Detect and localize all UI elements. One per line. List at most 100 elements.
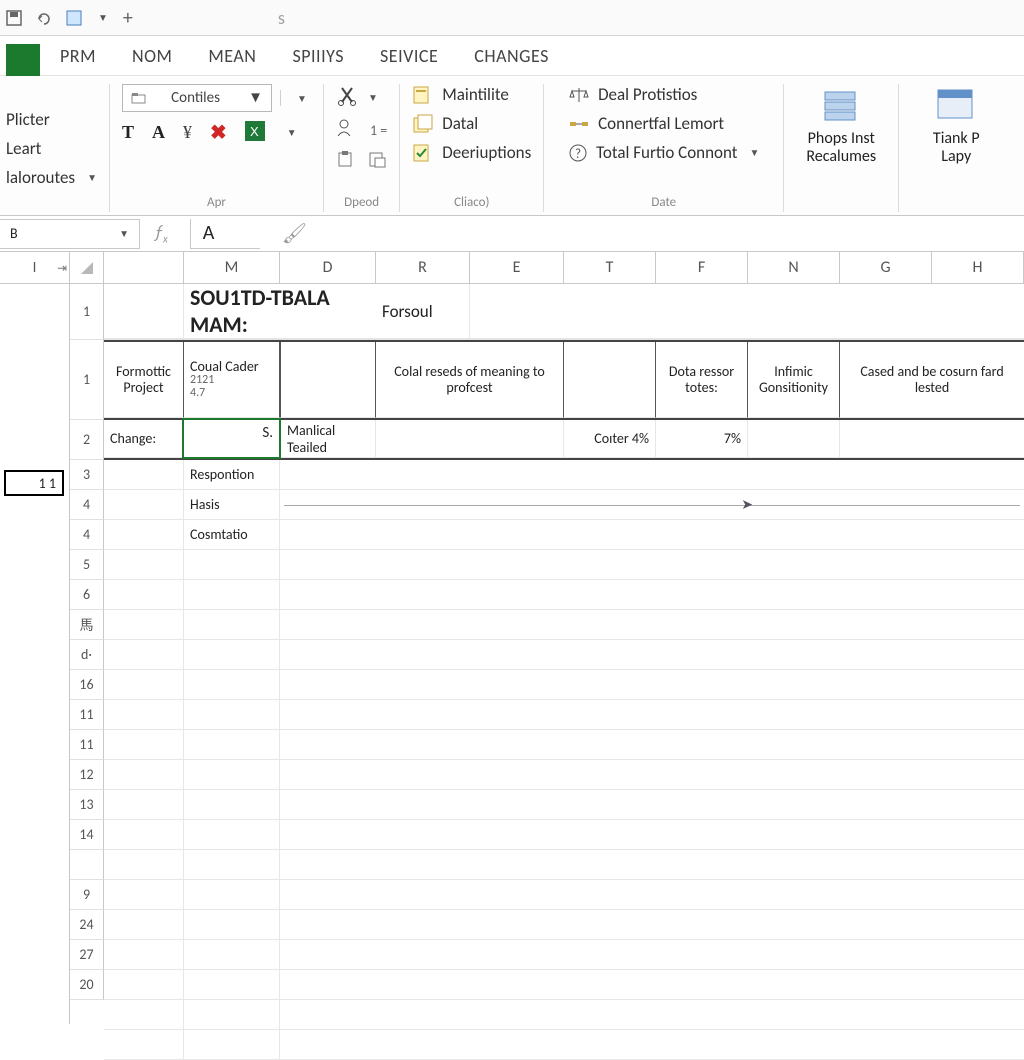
phops-inst-button[interactable]: Phops InstRecalumes (796, 84, 886, 165)
row-header[interactable]: 馬 (70, 610, 104, 640)
name-box[interactable]: B ▼ (0, 219, 140, 249)
info-icon: ? (568, 143, 588, 163)
qat-more-icon[interactable]: ▼ (98, 11, 108, 24)
tab-prm[interactable]: PRM (60, 45, 96, 67)
col-header-H[interactable]: H (932, 252, 1024, 283)
cut-more-icon[interactable]: ▼ (368, 91, 378, 104)
col-header-E[interactable]: E (470, 252, 564, 283)
ribbon-group-phops: Phops InstRecalumes (784, 84, 899, 212)
cell-cosmtatio: Cosmtatio (184, 520, 280, 550)
format-bold-T[interactable]: T (122, 122, 134, 143)
cell-coiter-pct: Coıter 4% (564, 420, 656, 458)
row-3: Hasis ➤ (104, 490, 1024, 520)
cell-hasis: Hasis (184, 490, 280, 520)
col-header-F[interactable]: F (656, 252, 748, 283)
scroll-arrow-icon[interactable]: ➤ (741, 496, 753, 513)
split-arrow-icon[interactable]: ⇥ (57, 261, 67, 276)
paste-icon[interactable] (368, 150, 386, 172)
deal-protistios-button[interactable]: Deal Protistios (568, 84, 759, 105)
spreadsheet-area: I ⇥ 1 1 M D R E T F N G H 11234456馬d·161… (0, 252, 1024, 1024)
left-pane: I ⇥ 1 1 (0, 252, 70, 1024)
format-A[interactable]: A (152, 122, 165, 143)
row-header[interactable]: 11 (70, 700, 104, 730)
row-header[interactable]: 3 (70, 460, 104, 490)
left-pane-cell[interactable]: 1 1 (4, 470, 64, 496)
plicter-button[interactable]: Plicter (6, 109, 97, 130)
fx-icon[interactable]: ƒx (154, 221, 168, 246)
cut-icon[interactable] (336, 84, 358, 110)
ribbon-group-cliaco: Maintilite Datal Deeriuptions Cliaco) (400, 84, 544, 212)
connertfal-lemort-button[interactable]: Connertfal Lemort (568, 113, 759, 134)
balance-icon (568, 85, 590, 105)
laloroutes-button[interactable]: laloroutes▼ (6, 167, 97, 188)
row-header[interactable]: 9 (70, 880, 104, 910)
col-header[interactable] (104, 252, 184, 283)
select-all-triangle[interactable] (70, 252, 104, 283)
format-yen[interactable]: ¥ (183, 122, 192, 143)
row-header[interactable]: 2 (70, 420, 104, 460)
cells: SOU1TD-TBALA MAM: Forsoul Formottic Proj… (104, 284, 1024, 1060)
svg-text:X: X (250, 124, 259, 139)
row-header[interactable]: 27 (70, 940, 104, 970)
format-x-red[interactable]: ✖ (210, 120, 227, 145)
row-header[interactable] (70, 850, 104, 880)
qat-add-icon[interactable]: + (118, 8, 138, 28)
row-header[interactable]: 12 (70, 760, 104, 790)
laloroutes-label: laloroutes (6, 167, 75, 188)
format-excel-icon[interactable]: X (245, 121, 265, 145)
ribbon: Plicter Leart laloroutes▼ Contiles ▼ ▼ T… (0, 76, 1024, 216)
font-combo[interactable]: Contiles ▼ (122, 84, 272, 112)
total-furtio-connont-button[interactable]: ? Total Furtio Connont ▼ (568, 142, 759, 163)
th-formottic-project: Formottic Project (104, 342, 184, 418)
row-header[interactable]: d· (70, 640, 104, 670)
qat-color-icon[interactable] (64, 8, 84, 28)
tab-spiiys[interactable]: SPIIIYS (292, 45, 344, 67)
row-header[interactable]: 4 (70, 520, 104, 550)
qat-undo-icon[interactable] (34, 8, 54, 28)
row-header[interactable]: 4 (70, 490, 104, 520)
col-header-N[interactable]: N (748, 252, 840, 283)
row-header[interactable]: 14 (70, 820, 104, 850)
col-header-M[interactable]: M (184, 252, 280, 283)
row-header[interactable]: 5 (70, 550, 104, 580)
datal-button[interactable]: Datal (412, 113, 531, 134)
active-cell[interactable]: S. (182, 418, 281, 459)
tiank-button[interactable]: Tiank PLapy (911, 84, 1001, 165)
th-colal-reseds: Colal reseds of meaning to profcest (376, 342, 564, 418)
row-header[interactable]: 6 (70, 580, 104, 610)
row-header[interactable]: 13 (70, 790, 104, 820)
deeriuptions-button[interactable]: Deeriuptions (412, 142, 531, 163)
col-header-G[interactable]: G (840, 252, 932, 283)
worksheet-grid[interactable]: M D R E T F N G H 11234456馬d·16111112131… (70, 252, 1024, 1024)
tab-seivice[interactable]: SEIVICE (380, 45, 438, 67)
clipboard-icon[interactable] (336, 150, 354, 172)
col-header-D[interactable]: D (280, 252, 376, 283)
qat-save-icon[interactable] (4, 8, 24, 28)
tab-nom[interactable]: NOM (132, 45, 172, 67)
tab-mean[interactable]: MEAN (208, 45, 256, 67)
ribbon-group-clipboard: Plicter Leart laloroutes▼ (6, 84, 110, 212)
row-header[interactable]: 24 (70, 910, 104, 940)
file-tab-accent[interactable] (6, 44, 40, 78)
svg-text:?: ? (575, 147, 581, 162)
person-icon[interactable] (336, 118, 356, 142)
phops-line1: Phops Inst (808, 129, 875, 148)
row-header[interactable]: 11 (70, 730, 104, 760)
format-more-icon[interactable]: ▼ (287, 126, 297, 139)
row-header[interactable]: 1 (70, 284, 104, 340)
font-size-btn[interactable]: ▼ (289, 87, 311, 109)
row-header[interactable]: 16 (70, 670, 104, 700)
row-header[interactable]: 1 (70, 340, 104, 420)
stack-blue-icon (819, 84, 863, 124)
column-headers: M D R E T F N G H (70, 252, 1024, 284)
col-header-R[interactable]: R (376, 252, 470, 283)
name-box-dropdown-icon[interactable]: ▼ (119, 227, 129, 240)
leart-button[interactable]: Leart (6, 138, 97, 159)
row-header[interactable]: 20 (70, 970, 104, 1000)
formula-brush-icon[interactable]: 🖌 (282, 221, 307, 246)
formula-input[interactable]: A (190, 219, 260, 249)
col-header-T[interactable]: T (564, 252, 656, 283)
maintilite-button[interactable]: Maintilite (412, 84, 531, 105)
folder-icon (131, 91, 147, 105)
tab-changes[interactable]: CHANGES (474, 45, 549, 67)
